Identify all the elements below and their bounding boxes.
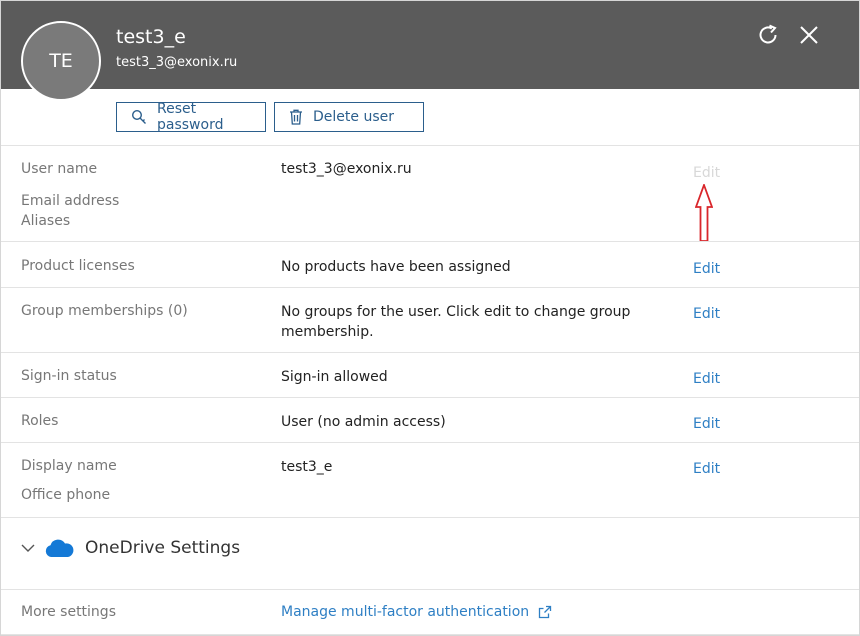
display-name-value: test3_e (281, 459, 333, 475)
divider (1, 145, 859, 146)
onedrive-cloud-icon (43, 538, 75, 558)
product-licenses-label: Product licenses (21, 258, 135, 274)
user-details-panel: test3_e test3_3@exonix.ru TE Reset passw… (0, 0, 860, 636)
delete-user-button[interactable]: Delete user (274, 102, 424, 132)
panel-header: test3_e test3_3@exonix.ru (1, 1, 859, 89)
edit-group-memberships-link[interactable]: Edit (693, 306, 720, 322)
divider (1, 397, 859, 398)
trash-icon (289, 109, 303, 125)
manage-mfa-link[interactable]: Manage multi-factor authentication (281, 604, 552, 620)
aliases-label: Aliases (21, 213, 71, 229)
edit-signin-status-link[interactable]: Edit (693, 371, 720, 387)
edit-display-name-link[interactable]: Edit (693, 461, 720, 477)
delete-user-label: Delete user (313, 109, 394, 125)
avatar: TE (21, 21, 101, 101)
divider (1, 241, 859, 242)
user-email: test3_3@exonix.ru (116, 55, 238, 70)
roles-value: User (no admin access) (281, 414, 446, 430)
refresh-icon[interactable] (756, 23, 780, 47)
onedrive-settings-toggle[interactable]: OneDrive Settings (21, 538, 240, 558)
reset-password-label: Reset password (157, 101, 224, 133)
signin-status-value: Sign-in allowed (281, 369, 388, 385)
close-icon[interactable] (797, 23, 821, 47)
group-memberships-label: Group memberships (0) (21, 303, 188, 319)
reset-password-button[interactable]: Reset password (116, 101, 266, 133)
user-name-value: test3_3@exonix.ru (281, 161, 412, 177)
signin-status-label: Sign-in status (21, 368, 117, 384)
divider (1, 517, 859, 518)
divider (1, 634, 859, 635)
roles-label: Roles (21, 413, 59, 429)
chevron-down-icon (21, 543, 35, 553)
edit-user-name-link[interactable]: Edit (693, 165, 720, 181)
divider (1, 589, 859, 590)
more-settings-label: More settings (21, 604, 116, 620)
edit-roles-link[interactable]: Edit (693, 416, 720, 432)
annotation-arrow-icon (694, 182, 714, 246)
group-memberships-value: No groups for the user. Click edit to ch… (281, 304, 631, 340)
user-name-label: User name (21, 161, 98, 177)
edit-product-licenses-link[interactable]: Edit (693, 261, 720, 277)
user-display-name: test3_e (116, 26, 186, 48)
email-address-label: Email address (21, 193, 120, 209)
external-link-icon (538, 605, 552, 619)
product-licenses-value: No products have been assigned (281, 259, 511, 275)
divider (1, 442, 859, 443)
manage-mfa-label: Manage multi-factor authentication (281, 604, 530, 620)
office-phone-label: Office phone (21, 487, 111, 503)
divider (1, 287, 859, 288)
onedrive-settings-title: OneDrive Settings (85, 538, 241, 558)
key-icon (131, 109, 147, 125)
display-name-label: Display name (21, 458, 117, 474)
divider (1, 352, 859, 353)
